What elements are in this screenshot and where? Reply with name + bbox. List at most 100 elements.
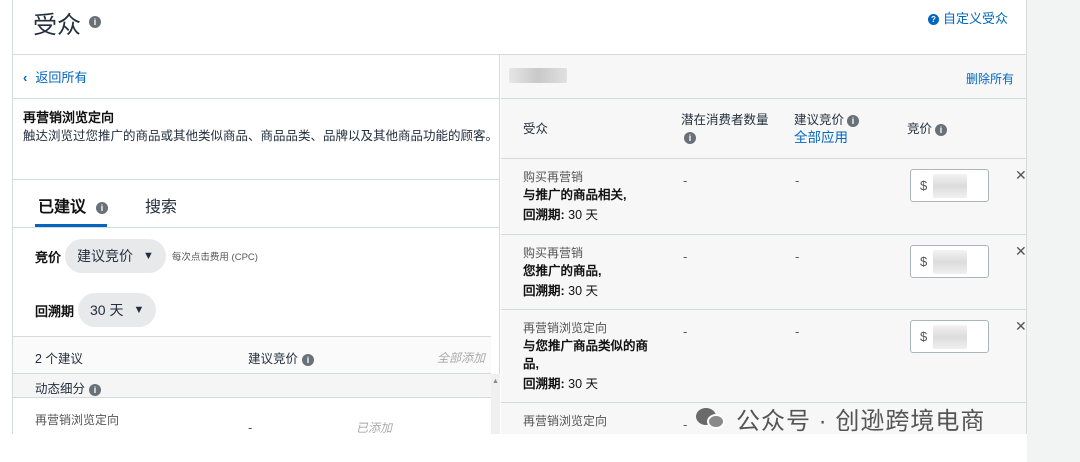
- row-type: 再营销浏览定向: [523, 414, 608, 428]
- cpc-note: 每次点击费用 (CPC): [171, 252, 258, 263]
- bid-row: 竞价 建议竞价 ▼ 每次点击费用 (CPC): [35, 239, 258, 273]
- remove-all-button[interactable]: 删除所有: [966, 70, 1014, 87]
- lookback-val: 30 天: [568, 377, 599, 391]
- row-type: 购买再营销: [523, 170, 584, 184]
- suggestions-pane: ‹ 返回所有 再营销浏览定向 触达浏览过您推广的商品或其他类似商品、商品品类、品牌…: [13, 55, 500, 434]
- suggestions-header: 2 个建议 建议竞价 i 全部添加: [13, 336, 491, 374]
- row-suggested-bid: -: [795, 249, 800, 264]
- currency-symbol: $: [920, 329, 928, 344]
- col-bid: 竞价 i: [907, 121, 948, 138]
- tab-suggested[interactable]: 已建议 i: [38, 193, 109, 217]
- info-icon[interactable]: i: [684, 131, 696, 144]
- row-type: 购买再营销: [523, 246, 584, 260]
- table-row: 再营销浏览定向 与您推广商品类似的商品, 回溯期: 30 天 - - $ ✕: [501, 310, 1026, 403]
- lookback-val: 30 天: [568, 208, 599, 222]
- custom-audience-label: 自定义受众: [942, 11, 1008, 26]
- audience-panel: 受众 i ? 自定义受众 ‹ 返回所有 再营销浏览定向 触达浏览过您推广的商品或其他…: [12, 0, 1027, 434]
- chevron-down-icon: ▼: [143, 250, 154, 262]
- info-icon[interactable]: i: [89, 13, 101, 28]
- dynamic-segment-text: 动态细分: [35, 382, 86, 396]
- row-desc: 与您推广商品类似的商品,: [523, 339, 649, 371]
- info-icon[interactable]: i: [935, 123, 948, 136]
- lookback-value: 30 天: [90, 302, 124, 318]
- info-icon[interactable]: i: [847, 114, 860, 127]
- col-suggested-bid: 建议竞价 i 全部应用: [794, 112, 860, 146]
- dynamic-segment-group: 动态细分 i: [13, 374, 491, 398]
- row-type: 再营销浏览定向: [523, 321, 608, 335]
- tab-bar: 已建议 i 搜索: [13, 180, 500, 228]
- redacted-name: [509, 68, 567, 83]
- table-row: 购买再营销 您推广的商品, 回溯期: 30 天 - - $ ✕: [501, 235, 1026, 310]
- table-row: 购买再营销 与推广的商品相关, 回溯期: 30 天 - - $ ✕: [501, 159, 1026, 235]
- row-desc: 您推广的商品,: [523, 264, 602, 278]
- lookback-dropdown[interactable]: 30 天 ▼: [78, 293, 157, 327]
- bid-type-value: 建议竞价: [77, 248, 134, 264]
- bid-label: 竞价: [35, 249, 62, 265]
- row-potential: -: [683, 324, 688, 339]
- lookback-row: 回溯期 30 天 ▼: [35, 293, 157, 327]
- lookback-key: 回溯期:: [523, 284, 565, 298]
- close-icon[interactable]: ✕: [1015, 243, 1026, 260]
- watermark-text: 公众号 · 创逊跨境电商: [736, 407, 986, 435]
- bid-input[interactable]: $: [910, 169, 989, 202]
- scrollbar[interactable]: ▲: [491, 374, 500, 434]
- redacted-bid-value: [933, 250, 967, 274]
- lookback-val: 30 天: [568, 284, 599, 298]
- page-margin-left: [0, 0, 12, 462]
- back-to-all-link[interactable]: ‹ 返回所有: [23, 67, 87, 86]
- item-added-status: 已添加: [356, 421, 393, 434]
- description-text: 触达浏览过您推广的商品或其他类似商品、商品品类、品牌以及其他商品功能的顾客。: [23, 129, 499, 143]
- redacted-bid-value: [933, 174, 967, 198]
- item-bid: -: [248, 420, 253, 434]
- chevron-left-icon: ‹: [23, 70, 28, 85]
- help-icon: ?: [927, 14, 939, 26]
- info-icon: i: [96, 201, 109, 214]
- tab-search[interactable]: 搜索: [145, 193, 177, 217]
- lookback-label: 回溯期: [35, 303, 75, 319]
- chevron-down-icon: ▼: [133, 304, 145, 316]
- row-lookback: 回溯期: 30 天: [523, 373, 598, 392]
- apply-all-link[interactable]: 全部应用: [794, 129, 859, 146]
- lookback-key: 回溯期:: [523, 208, 565, 222]
- bid-input[interactable]: $: [910, 320, 989, 353]
- item-name: 再营销浏览定向: [35, 413, 120, 427]
- col-bid-label: 竞价: [907, 122, 933, 136]
- suggested-bid-header: 建议竞价 i: [248, 348, 315, 367]
- row-suggested-bid: -: [795, 324, 800, 339]
- currency-symbol: $: [920, 178, 928, 193]
- col-suggested-label: 建议竞价: [794, 113, 845, 127]
- currency-symbol: $: [920, 254, 928, 269]
- bid-input[interactable]: $: [910, 245, 989, 278]
- list-item: 再营销浏览定向 - 已添加: [13, 398, 491, 434]
- close-icon[interactable]: ✕: [1015, 167, 1026, 184]
- page-margin-right: [1027, 0, 1080, 462]
- wechat-icon: [696, 406, 726, 430]
- close-icon[interactable]: ✕: [1015, 318, 1026, 335]
- col-potential-label: 潜在消费者数量: [681, 113, 769, 127]
- row-lookback: 回溯期: 30 天: [523, 204, 598, 223]
- lookback-key: 回溯期:: [523, 377, 565, 391]
- table-header: 受众 潜在消费者数量i 建议竞价 i 全部应用 竞价 i: [501, 99, 1026, 159]
- row-potential: -: [683, 173, 688, 188]
- scroll-up-icon[interactable]: ▲: [491, 378, 500, 385]
- page-title: 受众: [33, 12, 81, 39]
- row-suggested-bid: -: [795, 173, 800, 188]
- add-all-button[interactable]: 全部添加: [437, 349, 485, 366]
- back-row: ‹ 返回所有: [13, 55, 500, 99]
- info-icon[interactable]: i: [302, 353, 315, 366]
- bid-type-dropdown[interactable]: 建议竞价 ▼: [65, 239, 166, 273]
- col-audience: 受众: [523, 122, 549, 136]
- selected-audiences-pane: 删除所有 受众 潜在消费者数量i 建议竞价 i 全部应用 竞价 i 购买再营销 与推…: [501, 55, 1026, 434]
- back-label: 返回所有: [35, 70, 88, 85]
- targeting-description: 再营销浏览定向 触达浏览过您推广的商品或其他类似商品、商品品类、品牌以及其他商品…: [13, 99, 500, 180]
- redacted-bid-value: [933, 325, 967, 349]
- panel-header: 受众 i ? 自定义受众: [13, 0, 1026, 55]
- selected-header: 删除所有: [501, 55, 1026, 99]
- suggestion-count: 2 个建议: [35, 352, 83, 366]
- custom-audience-link[interactable]: ? 自定义受众: [927, 8, 1008, 27]
- row-potential: -: [683, 417, 688, 432]
- row-lookback: 回溯期: 30 天: [523, 280, 598, 299]
- description-title: 再营销浏览定向: [23, 110, 115, 125]
- active-tab-indicator: [35, 224, 107, 227]
- info-icon[interactable]: i: [89, 383, 102, 396]
